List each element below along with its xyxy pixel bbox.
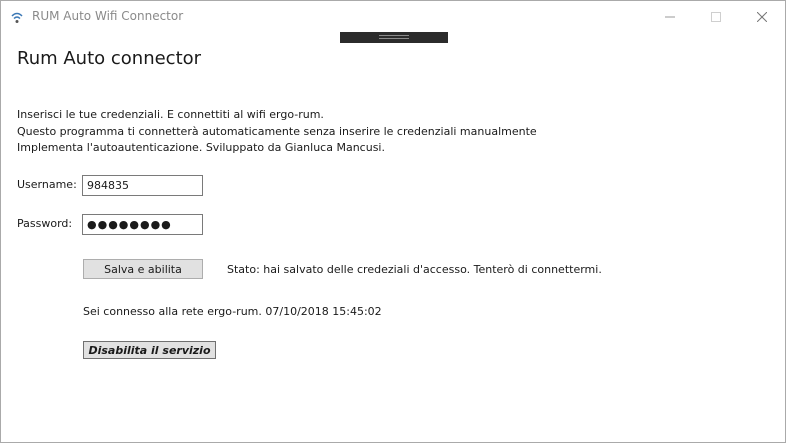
minimize-button[interactable] — [647, 1, 693, 32]
grip-line — [379, 35, 409, 36]
page-title: Rum Auto connector — [17, 48, 202, 69]
username-input[interactable] — [82, 175, 203, 196]
minimize-icon — [665, 16, 675, 17]
grip-line — [379, 38, 409, 39]
maximize-icon — [711, 11, 721, 22]
password-input[interactable] — [82, 214, 203, 235]
window-title: RUM Auto Wifi Connector — [32, 9, 184, 23]
app-window: RUM Auto Wifi Connector Rum Auto connect… — [0, 0, 786, 443]
connection-status: Sei connesso alla rete ergo-rum. 07/10/2… — [83, 305, 382, 318]
disable-service-button[interactable]: Disabilita il servizio — [83, 341, 216, 359]
username-label: Username: — [17, 178, 77, 191]
title-bar[interactable]: RUM Auto Wifi Connector — [1, 1, 785, 32]
description-line: Inserisci le tue credenziali. E connetti… — [17, 108, 324, 121]
password-label: Password: — [17, 217, 73, 230]
close-button[interactable] — [739, 1, 785, 32]
description-line: Questo programma ti connetterà automatic… — [17, 125, 537, 138]
status-text: Stato: hai salvato delle credeziali d'ac… — [227, 263, 602, 276]
maximize-button[interactable] — [693, 1, 739, 32]
close-icon — [757, 11, 767, 22]
save-and-enable-button[interactable]: Salva e abilita — [83, 259, 203, 279]
debug-toolbar-handle[interactable] — [340, 32, 448, 43]
wifi-app-icon — [10, 10, 24, 23]
description-line: Implementa l'autoautenticazione. Svilupp… — [17, 141, 385, 154]
